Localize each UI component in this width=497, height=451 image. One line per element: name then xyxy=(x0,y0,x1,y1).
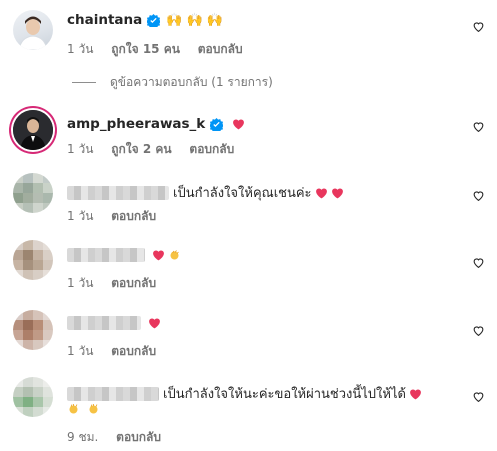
blurred-avatar[interactable] xyxy=(13,377,53,417)
blurred-avatar[interactable] xyxy=(13,240,53,280)
heart-emoji-icon xyxy=(233,119,245,130)
likes-count[interactable]: ถูกใจ 15 คน xyxy=(111,42,180,56)
verified-badge-icon xyxy=(210,117,224,131)
blurred-username xyxy=(67,386,159,401)
avatar-photo-icon xyxy=(13,110,53,150)
reply-button[interactable]: ตอบกลับ xyxy=(116,430,161,444)
like-heart-icon[interactable] xyxy=(472,189,485,202)
reply-button[interactable]: ตอบกลับ xyxy=(111,209,156,223)
blurred-username xyxy=(67,316,141,330)
like-heart-icon[interactable] xyxy=(472,390,485,403)
comment-text: 🙌 🙌 🙌 xyxy=(166,12,224,28)
divider-dash xyxy=(72,82,96,83)
reply-button[interactable]: ตอบกลับ xyxy=(111,344,156,358)
reply-button[interactable]: ตอบกลับ xyxy=(198,42,243,56)
comment-time: 9 ชม. xyxy=(67,430,99,444)
blurred-avatar[interactable] xyxy=(13,310,53,350)
heart-emoji-icon xyxy=(315,187,327,198)
avatar[interactable] xyxy=(13,10,53,50)
like-heart-icon[interactable] xyxy=(472,120,485,133)
clapping-hands-emoji-icon xyxy=(170,250,179,260)
blurred-username xyxy=(67,248,145,262)
username[interactable]: chaintana xyxy=(67,12,142,28)
heart-emoji-icon xyxy=(410,388,421,399)
view-replies-button[interactable]: ดูข้อความตอบกลับ (1 รายการ) xyxy=(72,73,273,92)
raised-hands-emoji-icon xyxy=(69,403,78,413)
username[interactable]: amp_pheerawas_k xyxy=(67,116,205,132)
like-heart-icon[interactable] xyxy=(472,20,485,33)
blurred-avatar[interactable] xyxy=(13,173,53,213)
comment-time: 1 วัน xyxy=(67,344,94,358)
reply-button[interactable]: ตอบกลับ xyxy=(111,276,156,290)
comment-text: เป็นกำลังใจให้นะค่ะขอให้ผ่านช่วงนี้ไปให้… xyxy=(163,387,406,402)
heart-emoji-icon xyxy=(331,187,343,198)
comment-time: 1 วัน xyxy=(67,209,94,223)
comment-time: 1 วัน xyxy=(67,142,94,156)
raised-hands-emoji-icon xyxy=(89,403,98,413)
like-heart-icon[interactable] xyxy=(472,324,485,337)
verified-badge-icon xyxy=(147,13,161,27)
comment-time: 1 วัน xyxy=(67,42,94,56)
likes-count[interactable]: ถูกใจ 2 คน xyxy=(111,142,171,156)
blurred-username xyxy=(67,185,169,200)
emoji-continuation xyxy=(67,401,100,416)
avatar-photo-icon xyxy=(18,16,48,50)
heart-emoji-icon xyxy=(153,250,164,261)
avatar[interactable] xyxy=(13,110,53,150)
comment-time: 1 วัน xyxy=(67,276,94,290)
heart-emoji-icon xyxy=(149,318,160,329)
comment-text: เป็นกำลังใจให้คุณเชนค่ะ xyxy=(173,186,312,201)
reply-button[interactable]: ตอบกลับ xyxy=(189,142,234,156)
view-replies-label: ดูข้อความตอบกลับ (1 รายการ) xyxy=(110,75,273,89)
like-heart-icon[interactable] xyxy=(472,256,485,269)
